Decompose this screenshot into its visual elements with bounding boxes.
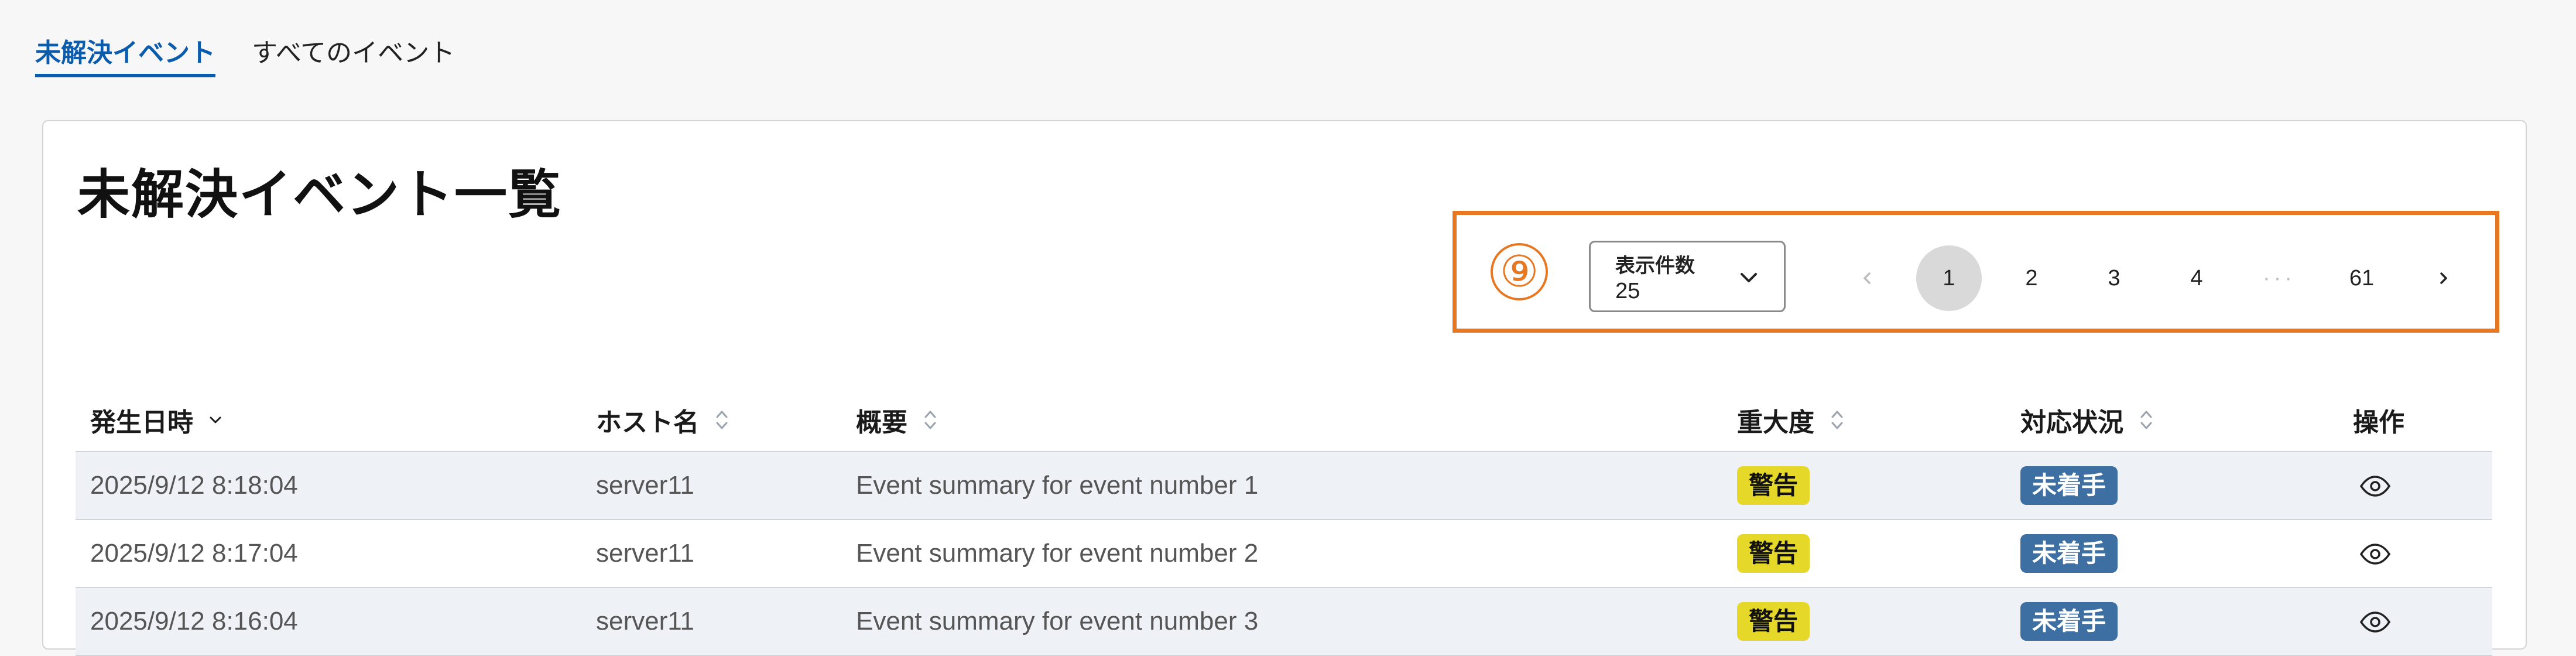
column-header-label: ホスト名 [596,408,699,437]
column-header-label: 対応状況 [2020,408,2123,437]
event-date: 2025/9/12 8:16:04 [90,607,298,636]
severity-badge: 警告 [1737,534,1810,573]
event-summary: Event summary for event number 3 [856,607,1259,636]
status-badge: 未着手 [2020,534,2118,573]
event-host: server11 [596,607,694,636]
sort-unsorted-icon [1831,411,1843,429]
page-button-1[interactable]: 1 [1916,245,1982,311]
page-size-label: 表示件数 [1615,255,1695,277]
table-row[interactable]: 2025/9/12 8:18:04 server11 Event summary… [76,452,2492,520]
page-button-3[interactable]: 3 [2081,245,2147,311]
severity-badge: 警告 [1737,602,1810,641]
chevron-down-icon [1741,273,1757,282]
table-row[interactable]: 2025/9/12 8:17:04 server11 Event summary… [76,520,2492,588]
column-header-date[interactable]: 発生日時 [90,401,224,439]
column-header-host[interactable]: ホスト名 [596,401,731,439]
sort-descending-icon [210,416,221,423]
tab-unresolved-events[interactable]: 未解決イベント [35,36,215,77]
page-size-value: 25 [1615,279,1640,303]
column-header-summary[interactable]: 概要 [856,401,939,439]
prev-page-button[interactable] [1834,245,1900,311]
event-summary: Event summary for event number 2 [856,539,1259,568]
column-header-label: 操作 [2353,408,2404,437]
page-button-4[interactable]: 4 [2164,245,2229,311]
page-button-last[interactable]: 61 [2329,245,2395,311]
status-badge: 未着手 [2020,466,2118,505]
event-date: 2025/9/12 8:17:04 [90,539,298,568]
page-size-select[interactable]: 表示件数 25 [1589,241,1786,312]
page-title: 未解決イベント一覧 [77,166,562,224]
sort-unsorted-icon [716,411,728,429]
event-host: server11 [596,471,694,500]
status-badge: 未着手 [2020,602,2118,641]
view-details-eye-icon[interactable] [2358,469,2393,504]
view-details-eye-icon[interactable] [2358,537,2393,572]
event-host: server11 [596,539,694,568]
chevron-right-icon [2440,272,2447,284]
view-details-eye-icon[interactable] [2358,604,2393,640]
next-page-button[interactable] [2411,245,2476,311]
sort-unsorted-icon [2140,411,2152,429]
pagination-toolbar-highlight: ⑨ 表示件数 25 1 2 3 4 ··· 61 [1453,211,2499,333]
column-header-label: 概要 [856,408,907,437]
severity-badge: 警告 [1737,466,1810,505]
column-header-label: 発生日時 [90,408,193,437]
column-header-label: 重大度 [1737,408,1814,437]
annotation-marker: ⑨ [1491,243,1548,300]
table-row[interactable]: 2025/9/12 8:16:04 server11 Event summary… [76,588,2492,656]
table-header: 発生日時 ホスト名 概要 重大度 対応状況 操作 [76,379,2492,452]
column-header-status[interactable]: 対応状況 [2020,401,2155,439]
chevron-left-icon [1864,272,1871,284]
column-header-severity[interactable]: 重大度 [1737,401,1846,439]
column-header-action: 操作 [2353,401,2404,439]
event-date: 2025/9/12 8:18:04 [90,471,298,500]
tab-all-events[interactable]: すべてのイベント [252,36,455,77]
sort-unsorted-icon [924,411,936,429]
events-card: 未解決イベント一覧 ⑨ 表示件数 25 1 2 3 4 ··· 61 発生日時 … [42,120,2527,656]
page-button-2[interactable]: 2 [1999,245,2064,311]
pagination-ellipsis: ··· [2263,266,2296,291]
event-summary: Event summary for event number 1 [856,471,1259,500]
